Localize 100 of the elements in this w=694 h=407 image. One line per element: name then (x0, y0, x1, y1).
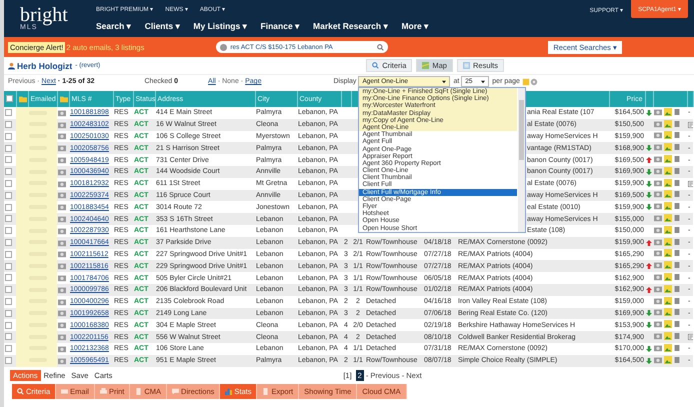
search-icon (372, 62, 380, 69)
camera-icon (654, 284, 662, 293)
camera-icon (58, 344, 66, 353)
row-checkbox[interactable] (5, 322, 12, 329)
client-name[interactable]: Herb Hologizt (17, 60, 72, 70)
document-icon (262, 388, 270, 395)
row-checkbox[interactable] (5, 250, 12, 258)
row-checkbox[interactable] (5, 215, 12, 222)
row-checkbox[interactable] (5, 274, 12, 282)
photo-icon (664, 226, 672, 234)
folder-icon (18, 95, 26, 103)
photo-icon (664, 143, 672, 152)
row-checkbox[interactable] (5, 132, 12, 140)
photo-icon (664, 155, 672, 164)
row-checkbox[interactable] (5, 356, 12, 364)
row-checkbox[interactable] (5, 204, 12, 211)
row-checkbox[interactable] (5, 156, 12, 164)
camera-icon (654, 320, 662, 328)
photo-icon (664, 344, 672, 352)
camera-icon (654, 131, 662, 140)
photo-icon (664, 273, 672, 282)
row-checkbox[interactable] (5, 144, 12, 152)
printer-icon (100, 388, 107, 395)
photo-icon (664, 308, 672, 316)
photo-icon (664, 238, 672, 246)
camera-icon (654, 296, 662, 305)
camera-icon (58, 250, 66, 258)
photo-icon (664, 332, 672, 340)
camera-icon (58, 309, 66, 318)
camera-icon (654, 178, 662, 187)
caret-icon (481, 80, 486, 84)
row-checkbox[interactable] (5, 227, 12, 234)
row-checkbox[interactable] (5, 109, 12, 116)
camera-icon (654, 226, 662, 234)
photo-icon (664, 131, 672, 140)
nav-menu[interactable]: Search ▾ (96, 21, 132, 31)
camera-icon (654, 155, 662, 164)
camera-icon (58, 298, 66, 306)
camera-icon (58, 286, 66, 294)
camera-icon (58, 226, 66, 235)
photo-icon (664, 108, 672, 116)
camera-icon (654, 202, 662, 210)
scrollbar[interactable] (518, 88, 526, 232)
camera-icon (654, 249, 662, 258)
camera-icon (654, 238, 662, 246)
search-icon (17, 388, 24, 395)
row-checkbox[interactable] (5, 310, 12, 317)
photo-icon (664, 166, 672, 175)
camera-icon (654, 273, 662, 282)
camera-icon (654, 166, 662, 175)
nav-menu[interactable]: Market Research ▾ (313, 21, 388, 31)
camera-icon (58, 108, 66, 117)
nav-menu[interactable]: Finance ▾ (260, 21, 300, 31)
camera-icon (654, 143, 662, 152)
camera-icon (58, 144, 66, 152)
nav-menu[interactable]: More ▾ (401, 21, 430, 31)
camera-icon (58, 180, 66, 188)
camera-icon (654, 344, 662, 352)
nav-menu[interactable]: Clients ▾ (144, 21, 180, 31)
caret-icon (442, 80, 446, 84)
camera-icon (654, 356, 662, 364)
select-all-checkbox[interactable] (6, 95, 13, 102)
camera-icon (58, 321, 66, 330)
row-checkbox[interactable] (5, 121, 12, 128)
camera-icon (654, 108, 662, 116)
camera-icon (58, 156, 66, 164)
row-checkbox[interactable] (5, 262, 12, 270)
logo[interactable]: bright (20, 6, 84, 24)
camera-icon (654, 308, 662, 316)
camera-icon (58, 132, 66, 140)
row-checkbox[interactable] (5, 180, 12, 187)
row-checkbox[interactable] (5, 345, 12, 352)
folder-icon (60, 95, 68, 103)
camera-icon (654, 190, 662, 198)
photo-icon (664, 261, 672, 270)
camera-icon (58, 191, 66, 200)
camera-icon (58, 203, 66, 212)
camera-icon (654, 120, 662, 128)
nav-menu[interactable]: My Listings ▾ (193, 21, 248, 31)
row-checkbox[interactable] (5, 168, 12, 176)
camera-icon (58, 262, 66, 270)
camera-icon (58, 120, 66, 129)
camera-icon (58, 168, 66, 176)
row-checkbox[interactable] (5, 286, 12, 294)
list-icon (462, 62, 470, 69)
row-checkbox[interactable] (5, 333, 12, 340)
camera-icon (58, 215, 66, 224)
pencil-icon (522, 78, 530, 86)
photo-icon (664, 356, 672, 364)
search-icon (377, 44, 384, 50)
camera-icon (58, 356, 66, 365)
photo-icon (664, 214, 672, 222)
row-checkbox[interactable] (5, 192, 12, 199)
photo-icon (664, 178, 672, 187)
row-checkbox[interactable] (5, 298, 12, 305)
camera-icon (58, 333, 66, 342)
photo-icon (664, 296, 672, 305)
camera-icon (654, 214, 662, 222)
map-icon (422, 62, 430, 69)
row-checkbox[interactable] (5, 238, 12, 246)
